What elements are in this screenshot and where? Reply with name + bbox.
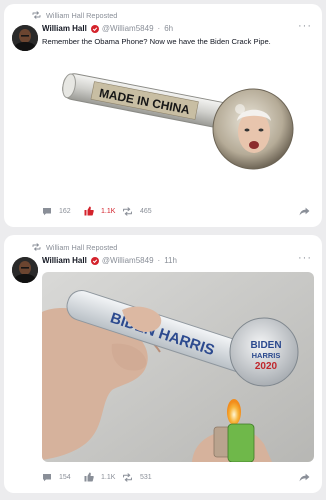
repost-button[interactable]: 531: [122, 470, 152, 484]
comment-icon: [43, 473, 51, 481]
like-icon: [84, 472, 94, 482]
repost-button[interactable]: 465: [122, 204, 152, 218]
share-button[interactable]: [299, 470, 310, 484]
like-button[interactable]: 1.1K: [84, 204, 115, 218]
like-count: 1.1K: [101, 207, 116, 215]
comment-icon: [43, 207, 51, 215]
action-bar: 154 1.1K 531: [4, 470, 322, 484]
comment-button[interactable]: 162: [42, 204, 71, 218]
repost-count: 531: [140, 473, 152, 481]
post-card[interactable]: William Hall Reposted William Hall @Will…: [4, 4, 322, 227]
separator: ·: [157, 256, 161, 265]
post-image[interactable]: MADE IN CHINA: [42, 51, 314, 194]
repost-icon: [123, 472, 132, 482]
repost-icon: [123, 206, 132, 216]
bulb-label-1: BIDEN: [250, 340, 281, 351]
post-time: 11h: [164, 256, 177, 265]
verified-icon: [90, 24, 99, 33]
more-icon[interactable]: ···: [298, 20, 312, 32]
verified-icon: [90, 256, 99, 265]
share-icon: [299, 473, 310, 481]
avatar[interactable]: [12, 25, 38, 51]
author-name[interactable]: William Hall: [42, 24, 87, 33]
comment-button[interactable]: 154: [42, 470, 71, 484]
separator: ·: [157, 24, 161, 33]
post-text: Remember the Obama Phone? Now we have th…: [42, 37, 271, 46]
more-icon[interactable]: ···: [298, 252, 312, 264]
post-time: 6h: [164, 24, 174, 33]
action-bar: 162 1.1K 465: [4, 204, 322, 218]
repost-label: William Hall Reposted: [46, 242, 118, 252]
repost-label: William Hall Reposted: [46, 10, 118, 20]
repost-icon: [32, 243, 41, 251]
repost-indicator: William Hall Reposted: [32, 9, 117, 21]
post-card[interactable]: William Hall Reposted William Hall @Will…: [4, 235, 322, 493]
avatar[interactable]: [12, 257, 38, 283]
repost-count: 465: [140, 207, 152, 215]
author-handle[interactable]: @William5849: [102, 256, 154, 265]
post-header: William Hall @William5849 · 11h: [42, 256, 177, 265]
bulb-label-2: HARRIS: [252, 351, 281, 360]
author-name[interactable]: William Hall: [42, 256, 87, 265]
bulb-label-3: 2020: [255, 361, 278, 372]
post-header: William Hall @William5849 · 6h: [42, 24, 173, 33]
share-icon: [299, 207, 310, 215]
post-image[interactable]: BIDEN HARRIS BIDEN HARRIS 2020: [42, 272, 314, 462]
repost-icon: [32, 11, 41, 19]
author-handle[interactable]: @William5849: [102, 24, 154, 33]
like-count: 1.1K: [101, 473, 116, 481]
like-icon: [84, 206, 94, 216]
comment-count: 154: [59, 473, 71, 481]
repost-indicator: William Hall Reposted: [32, 241, 117, 253]
share-button[interactable]: [299, 204, 310, 218]
like-button[interactable]: 1.1K: [84, 470, 115, 484]
comment-count: 162: [59, 207, 71, 215]
